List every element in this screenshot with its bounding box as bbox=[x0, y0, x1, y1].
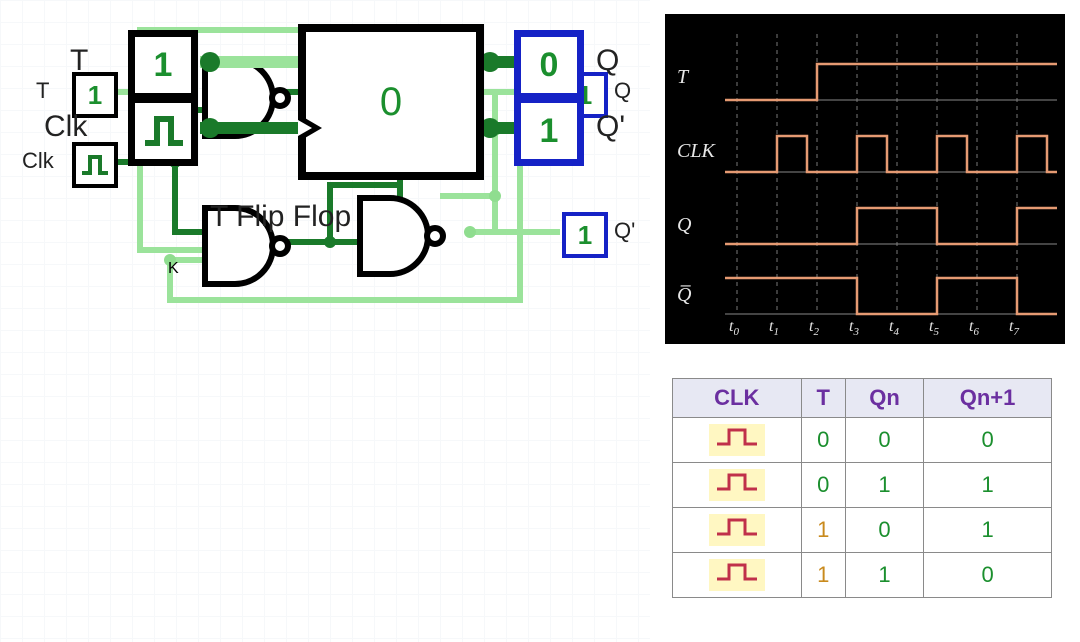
th-qn: Qn bbox=[845, 379, 923, 418]
clock-edge-icon bbox=[298, 114, 322, 142]
cell-clk bbox=[673, 463, 802, 508]
timing-label-Qbar: Q̅ bbox=[677, 284, 691, 307]
block-label-Clk: Clk bbox=[44, 110, 87, 144]
tick-t7: t7 bbox=[1009, 318, 1019, 338]
diagram-title: T Flip Flop bbox=[210, 200, 351, 234]
tick-t2: t2 bbox=[809, 318, 819, 338]
timing-label-Q: Q bbox=[677, 214, 691, 237]
block-label-Qbar: Q' bbox=[596, 110, 625, 144]
block-label-Q: Q bbox=[596, 44, 619, 78]
block-pin-T[interactable]: 1 bbox=[128, 30, 198, 100]
table-row: 011 bbox=[673, 463, 1052, 508]
cell-clk bbox=[673, 418, 802, 463]
cell-clk bbox=[673, 508, 802, 553]
tick-t5: t5 bbox=[929, 318, 939, 338]
cell-Qn: 1 bbox=[845, 553, 923, 598]
timing-diagram: T CLK Q Q̅ t0 t1 t2 t3 t4 t5 t6 t7 bbox=[665, 14, 1065, 344]
cell-Qn: 1 bbox=[845, 463, 923, 508]
block-pin-Q[interactable]: 0 bbox=[514, 30, 584, 100]
th-qn1: Qn+1 bbox=[924, 379, 1052, 418]
tick-t3: t3 bbox=[849, 318, 859, 338]
cell-T: 1 bbox=[801, 508, 845, 553]
block-pin-Clk[interactable] bbox=[128, 96, 198, 166]
truth-table-panel: CLK T Qn Qn+1 000011101110 bbox=[672, 378, 1052, 598]
cell-Qn: 0 bbox=[845, 418, 923, 463]
th-clk: CLK bbox=[673, 379, 802, 418]
tick-t1: t1 bbox=[769, 318, 779, 338]
tick-t4: t4 bbox=[889, 318, 899, 338]
tick-t6: t6 bbox=[969, 318, 979, 338]
timing-label-CLK: CLK bbox=[677, 140, 715, 163]
cell-T: 0 bbox=[801, 418, 845, 463]
cell-Qn1: 0 bbox=[924, 553, 1052, 598]
flipflop-block: 0 bbox=[298, 24, 484, 180]
cell-clk bbox=[673, 553, 802, 598]
block-pin-Qbar[interactable]: 1 bbox=[514, 96, 584, 166]
cell-Qn1: 1 bbox=[924, 463, 1052, 508]
truth-table: CLK T Qn Qn+1 000011101110 bbox=[672, 378, 1052, 598]
tick-t0: t0 bbox=[729, 318, 739, 338]
ff-state: 0 bbox=[380, 80, 402, 125]
cell-Qn: 0 bbox=[845, 508, 923, 553]
clock-pulse-icon bbox=[141, 113, 185, 149]
cell-T: 1 bbox=[801, 553, 845, 598]
th-t: T bbox=[801, 379, 845, 418]
cell-Qn1: 0 bbox=[924, 418, 1052, 463]
cell-T: 0 bbox=[801, 463, 845, 508]
table-row: 110 bbox=[673, 553, 1052, 598]
cell-Qn1: 1 bbox=[924, 508, 1052, 553]
block-circuit-panel: T 1 Clk 0 0 Q 1 Q' T Flip Flop bbox=[0, 0, 650, 270]
timing-label-T: T bbox=[677, 66, 688, 89]
block-label-T: T bbox=[70, 44, 88, 78]
table-row: 000 bbox=[673, 418, 1052, 463]
table-row: 101 bbox=[673, 508, 1052, 553]
